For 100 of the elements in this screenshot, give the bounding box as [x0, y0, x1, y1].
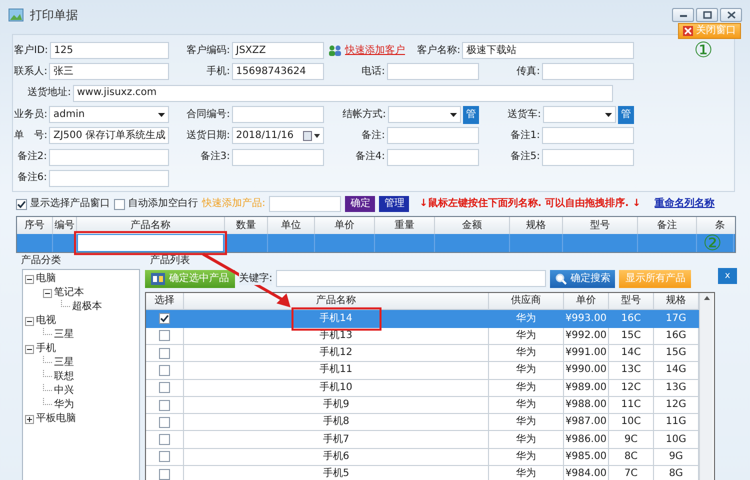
tree-item[interactable]: 电视 — [36, 315, 56, 328]
text-field[interactable]: JSXZZ — [232, 42, 324, 60]
scrollbar[interactable] — [699, 293, 713, 480]
dropdown[interactable] — [388, 106, 461, 124]
text-field[interactable]: 125 — [50, 42, 169, 60]
option-label[interactable]: 自动添加空白行 — [128, 198, 198, 210]
tree-item[interactable]: 电脑 — [36, 273, 56, 286]
text-field[interactable]: ZJ500 保存订单系统生成 — [49, 127, 169, 144]
tree-item[interactable]: 超极本 — [72, 301, 102, 314]
plus-icon — [26, 416, 33, 423]
text-field[interactable] — [232, 148, 324, 166]
text-field[interactable] — [232, 106, 324, 124]
tree-item[interactable]: 手机 — [36, 343, 56, 356]
close-icon — [726, 10, 736, 20]
product-row[interactable]: 手机11 华为 ¥990.00 13C 14G — [146, 362, 699, 380]
column-header[interactable]: 条 — [697, 217, 734, 234]
toolbar-button[interactable]: 管理 — [379, 196, 410, 212]
field-label: 送货地址: — [26, 87, 71, 100]
toolbar-button[interactable]: 确定 — [345, 196, 376, 212]
checkbox[interactable] — [114, 198, 125, 210]
check-icon — [160, 314, 169, 324]
option-label[interactable]: 显示选择产品窗口 — [30, 198, 110, 210]
text-field[interactable]: 张三 — [49, 63, 169, 80]
dropdown[interactable] — [543, 106, 616, 124]
product-row[interactable]: 手机10 华为 ¥989.00 12C 13G — [146, 380, 699, 397]
manage-button[interactable]: 管 — [463, 106, 479, 124]
row-checkbox[interactable] — [159, 434, 170, 446]
table-cell: 16C — [609, 310, 654, 328]
collapse-toggle[interactable] — [25, 274, 34, 284]
field-label: 客户名称: — [417, 44, 460, 57]
tree-item[interactable]: 三星 — [54, 357, 74, 370]
text-field[interactable] — [387, 63, 479, 80]
field-label: 手机: — [206, 66, 230, 78]
row-checkbox[interactable] — [159, 382, 170, 394]
caret-icon — [605, 112, 612, 117]
tree-item[interactable]: 华为 — [54, 399, 74, 412]
hide-panel-button[interactable]: x — [718, 268, 737, 284]
field-label: 送货车: — [508, 108, 541, 121]
product-row[interactable]: 手机9 华为 ¥988.00 11C 12G — [146, 396, 699, 414]
text-field[interactable]: 极速下载站 — [462, 42, 634, 60]
product-row[interactable]: 手机6 华为 ¥985.00 8C 9G — [146, 448, 699, 466]
product-row[interactable]: 手机5 华为 ¥984.00 7C 8G — [146, 466, 699, 480]
order-row[interactable] — [17, 234, 735, 252]
close-button[interactable] — [720, 8, 742, 22]
text-field[interactable] — [542, 63, 634, 80]
product-row[interactable]: 手机7 华为 ¥986.00 9C 10G — [146, 431, 699, 449]
manage-button[interactable]: 管 — [618, 106, 634, 124]
quick-add-field[interactable] — [269, 196, 342, 212]
table-cell: 7C — [609, 466, 654, 480]
edit-field[interactable] — [78, 235, 223, 252]
collapse-toggle[interactable] — [43, 288, 52, 298]
rename-columns-link[interactable]: 重命名列名称 — [654, 198, 715, 210]
text-field[interactable] — [387, 127, 479, 144]
search-button[interactable]: 确定搜索 — [550, 270, 616, 288]
table-cell: 华为 — [489, 466, 564, 480]
collapse-toggle[interactable] — [25, 316, 34, 326]
window-title: 打印单据 — [30, 8, 78, 22]
table-cell: 华为 — [489, 362, 564, 380]
row-checkbox[interactable] — [159, 468, 170, 480]
tree-item[interactable]: 中兴 — [54, 385, 74, 398]
row-checkbox[interactable] — [159, 330, 170, 342]
table-cell: 14C — [609, 344, 654, 362]
dropdown[interactable]: admin — [49, 106, 169, 124]
search-field[interactable] — [276, 270, 546, 288]
table-cell: 8C — [609, 448, 654, 466]
collapse-toggle[interactable] — [25, 344, 34, 354]
row-checkbox[interactable] — [159, 451, 170, 462]
field-label: 联系人: — [14, 66, 48, 78]
tree-item[interactable]: 笔记本 — [54, 287, 84, 300]
text-field[interactable] — [49, 148, 169, 166]
text-field[interactable] — [542, 148, 634, 166]
table-cell: 手机14 — [184, 310, 489, 328]
field-label: 备注6: — [17, 172, 47, 184]
table-cell: 华为 — [489, 414, 564, 432]
address-field[interactable]: www.jisuxz.com — [73, 84, 613, 102]
text-field[interactable] — [49, 170, 169, 187]
tree-item[interactable]: 三星 — [54, 329, 74, 342]
row-checkbox[interactable] — [159, 313, 170, 324]
checkbox[interactable] — [16, 198, 27, 210]
product-row[interactable]: 手机12 华为 ¥991.00 14C 15G — [146, 344, 699, 362]
field-label: 备注2: — [17, 151, 47, 164]
row-checkbox[interactable] — [159, 348, 170, 359]
table-cell: 华为 — [489, 448, 564, 466]
expand-toggle[interactable] — [25, 414, 34, 424]
text-field[interactable]: 15698743624 — [232, 63, 324, 80]
maximize-icon — [702, 10, 712, 20]
add-customer-link[interactable]: 快速添加客户 — [328, 44, 405, 57]
row-checkbox[interactable] — [159, 416, 170, 428]
product-row[interactable]: 手机8 华为 ¥987.00 10C 11G — [146, 414, 699, 432]
text-field[interactable] — [387, 148, 479, 166]
tree-item[interactable]: 平板电脑 — [36, 413, 76, 426]
table-cell: ¥985.00 — [564, 448, 609, 466]
maximize-button[interactable] — [696, 8, 718, 22]
row-checkbox[interactable] — [159, 364, 170, 376]
minimize-button[interactable] — [672, 8, 694, 22]
row-checkbox[interactable] — [159, 400, 170, 410]
table-cell: ¥993.00 — [564, 310, 609, 328]
text-field[interactable] — [542, 127, 634, 144]
date-field[interactable]: 2018/11/16 — [232, 127, 324, 144]
tree-item[interactable]: 联想 — [54, 371, 74, 384]
